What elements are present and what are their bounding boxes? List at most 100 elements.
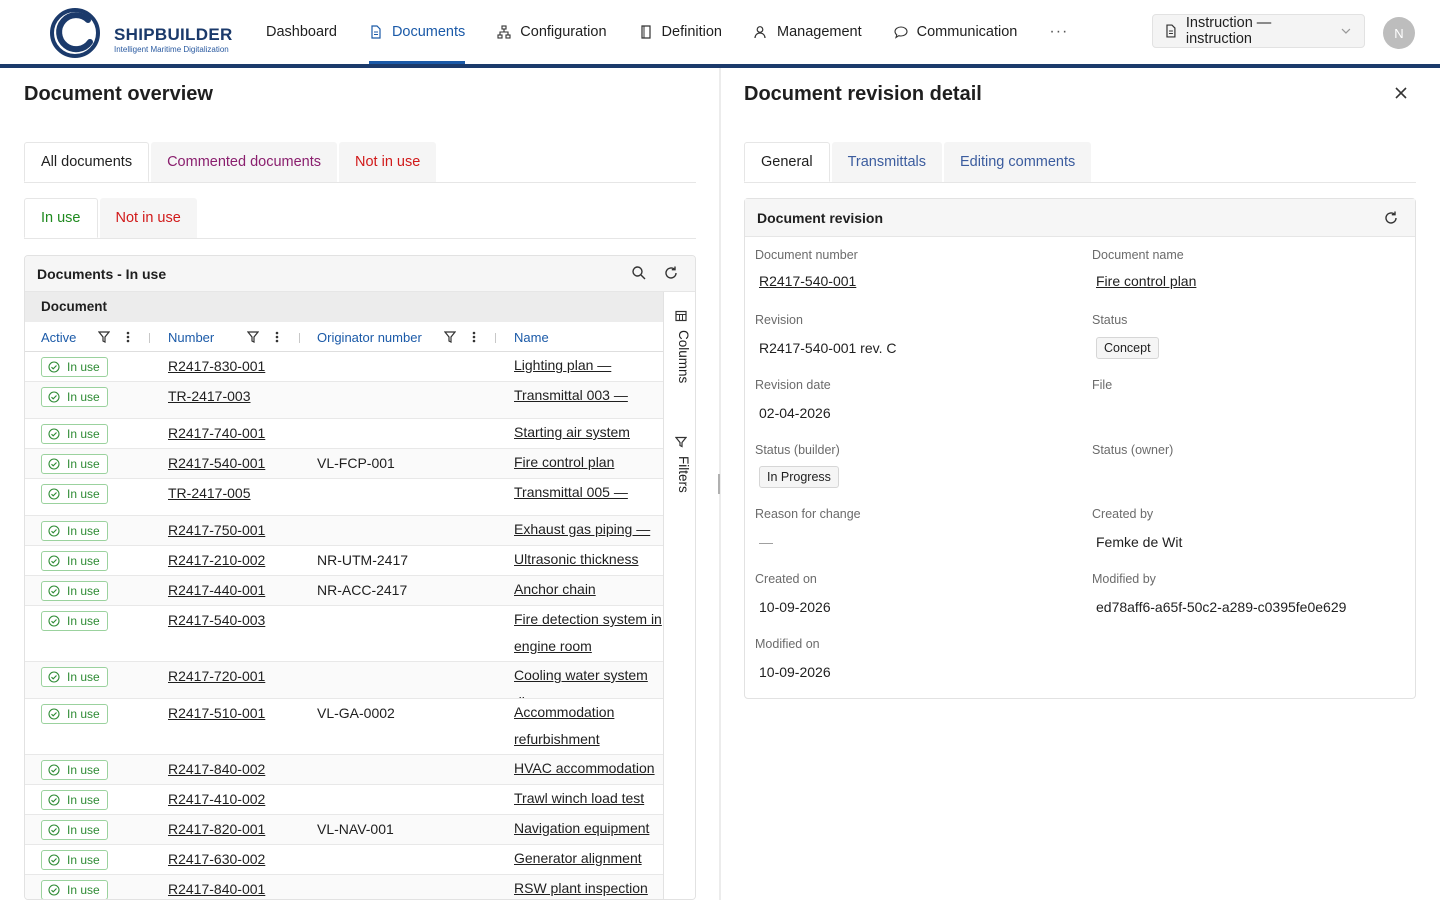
search-icon[interactable] <box>631 265 647 281</box>
filter-icon[interactable] <box>444 330 456 344</box>
table-row[interactable]: In use R2417-720-001 Cooling water system … <box>25 662 663 699</box>
instruction-select[interactable]: Instruction — instruction <box>1152 14 1365 48</box>
nav-management[interactable]: Management <box>754 0 862 64</box>
document-name-link[interactable]: Cooling water system diagram <box>514 662 663 698</box>
filter-icon[interactable] <box>247 330 259 344</box>
top-navigation-bar: SHIPBUILDER Intelligent Maritime Digital… <box>0 0 1440 64</box>
table-row[interactable]: In use R2417-840-002 HVAC accommodation - … <box>25 755 663 785</box>
document-number-link[interactable]: R2417-510-001 <box>168 705 265 721</box>
document-name-link[interactable]: Generator alignment report <box>514 845 663 874</box>
refresh-icon[interactable] <box>1383 210 1399 226</box>
nav-configuration[interactable]: Configuration <box>497 0 607 64</box>
table-row[interactable]: In use R2417-540-003 Fire detection system… <box>25 606 663 662</box>
card-header: Document revision <box>745 199 1415 237</box>
document-number-link[interactable]: R2417-630-002 <box>168 851 265 867</box>
table-row[interactable]: In use R2417-210-002 NR-UTM-2417 Ultrasonic… <box>25 546 663 576</box>
document-number-link[interactable]: R2417-540-001 <box>759 273 856 289</box>
filter-icon[interactable] <box>98 330 110 344</box>
document-name-link[interactable]: Exhaust gas piping — isometric <box>514 516 663 545</box>
splitter-handle[interactable] <box>718 474 720 494</box>
document-name-link[interactable]: Accommodation refurbishment arrangement <box>514 699 663 754</box>
document-name-link[interactable]: Navigation equipment list <box>514 815 663 844</box>
column-header-originator[interactable]: Originator number <box>317 330 422 345</box>
document-name-link[interactable]: Transmittal 003 — cover <box>514 382 663 418</box>
subtab-in-use[interactable]: In use <box>24 198 98 238</box>
status-badge: In use <box>41 424 108 444</box>
table-row[interactable]: In use R2417-830-001 Lighting plan — accom… <box>25 352 663 382</box>
column-header-number[interactable]: Number <box>168 330 214 345</box>
document-name-link[interactable]: Fire detection system in engine room <box>514 606 663 661</box>
kebab-menu-icon[interactable] <box>468 330 480 344</box>
document-name-link[interactable]: Transmittal 005 — cover <box>514 479 663 515</box>
status-badge: In use <box>41 704 108 724</box>
table-row[interactable]: In use R2417-630-002 Generator alignment r… <box>25 845 663 875</box>
column-group-header: Document <box>25 292 663 322</box>
document-number-link[interactable]: R2417-540-003 <box>168 612 265 628</box>
document-name-link[interactable]: Trawl winch load test report <box>514 785 663 814</box>
tab-transmittals[interactable]: Transmittals <box>831 142 943 182</box>
close-icon[interactable] <box>1393 85 1409 101</box>
table-row[interactable]: In use R2417-410-002 Trawl winch load test… <box>25 785 663 815</box>
modified-by-value: ed78aff6-a65f-50c2-a289-c0395fe0e629 <box>1096 599 1347 615</box>
document-number-link[interactable]: R2417-720-001 <box>168 668 265 684</box>
check-circle-icon <box>48 585 60 597</box>
refresh-icon[interactable] <box>663 265 679 281</box>
document-name-link[interactable]: Fire control plan <box>1096 273 1196 289</box>
tab-label: Transmittals <box>847 154 927 170</box>
nav-more-button[interactable]: ··· <box>1049 0 1068 64</box>
table-row[interactable]: In use TR-2417-005 Transmittal 005 — cover <box>25 479 663 516</box>
document-number-link[interactable]: R2417-840-002 <box>168 761 265 777</box>
user-avatar[interactable]: N <box>1383 17 1415 49</box>
tab-not-in-use[interactable]: Not in use <box>339 142 437 182</box>
tab-all-documents[interactable]: All documents <box>24 142 150 182</box>
document-number-link[interactable]: R2417-750-001 <box>168 522 265 538</box>
kebab-menu-icon[interactable] <box>122 330 134 344</box>
document-name-link[interactable]: Lighting plan — accommodation <box>514 352 663 381</box>
column-header-name[interactable]: Name <box>514 330 549 345</box>
filter-icon <box>675 436 687 448</box>
status-badge-label: In use <box>67 883 100 897</box>
document-number-link[interactable]: R2417-820-001 <box>168 821 265 837</box>
tab-editing-comments[interactable]: Editing comments <box>944 142 1092 182</box>
column-resizer[interactable] <box>149 333 150 343</box>
modified-on-value: 10-09-2026 <box>759 664 831 680</box>
document-name-link[interactable]: Starting air system diagram <box>514 419 663 448</box>
document-number-link[interactable]: R2417-440-001 <box>168 582 265 598</box>
check-circle-icon <box>48 884 60 896</box>
document-name-link[interactable]: Anchor chain calibration <box>514 576 663 605</box>
nav-dashboard[interactable]: Dashboard <box>266 0 337 64</box>
table-row[interactable]: In use R2417-440-001 NR-ACC-2417 Anchor cha… <box>25 576 663 606</box>
document-number-link[interactable]: R2417-840-001 <box>168 881 265 897</box>
column-resizer[interactable] <box>495 333 496 343</box>
document-name-link[interactable]: RSW plant inspection report <box>514 875 663 899</box>
document-number-link[interactable]: R2417-740-001 <box>168 425 265 441</box>
tab-commented-documents[interactable]: Commented documents <box>151 142 338 182</box>
chat-icon <box>894 26 908 39</box>
nav-documents[interactable]: Documents <box>368 0 466 64</box>
table-row[interactable]: In use R2417-740-001 Starting air system d… <box>25 419 663 449</box>
document-name-link[interactable]: Fire control plan <box>514 449 663 478</box>
table-row[interactable]: In use R2417-820-001 VL-NAV-001 Navigation … <box>25 815 663 845</box>
status-badge: In use <box>41 880 108 899</box>
document-number-link[interactable]: TR-2417-003 <box>168 388 251 404</box>
document-name-link[interactable]: Ultrasonic thickness measurement <box>514 546 663 575</box>
subtab-not-in-use[interactable]: Not in use <box>99 198 197 238</box>
document-number-link[interactable]: TR-2417-005 <box>168 485 251 501</box>
table-row[interactable]: In use R2417-540-001 VL-FCP-001 Fire contro… <box>25 449 663 479</box>
column-header-active[interactable]: Active <box>41 330 76 345</box>
table-row[interactable]: In use R2417-840-001 RSW plant inspection … <box>25 875 663 899</box>
table-row[interactable]: In use R2417-750-001 Exhaust gas piping — … <box>25 516 663 546</box>
document-number-link[interactable]: R2417-210-002 <box>168 552 265 568</box>
table-row[interactable]: In use R2417-510-001 VL-GA-0002 Accommodati… <box>25 699 663 755</box>
document-number-link[interactable]: R2417-410-002 <box>168 791 265 807</box>
tab-general[interactable]: General <box>744 142 830 182</box>
kebab-menu-icon[interactable] <box>271 330 283 344</box>
document-number-link[interactable]: R2417-830-001 <box>168 358 265 374</box>
column-resizer[interactable] <box>299 333 300 343</box>
nav-communication[interactable]: Communication <box>894 0 1017 64</box>
document-number-link[interactable]: R2417-540-001 <box>168 455 265 471</box>
nav-definition[interactable]: Definition <box>639 0 722 64</box>
shipbuilder-logo[interactable]: SHIPBUILDER Intelligent Maritime Digital… <box>50 8 250 58</box>
table-row[interactable]: In use TR-2417-003 Transmittal 003 — cover <box>25 382 663 419</box>
document-name-link[interactable]: HVAC accommodation - layout <box>514 755 663 784</box>
